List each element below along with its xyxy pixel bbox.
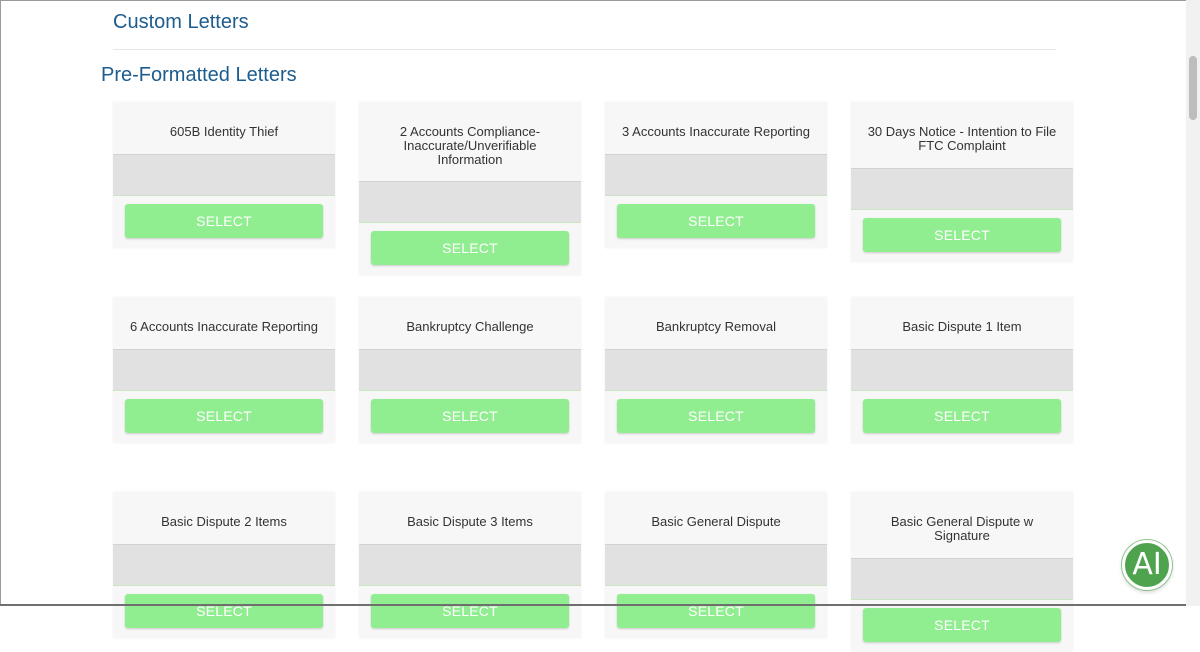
custom-letters-heading[interactable]: Custom Letters <box>113 11 249 34</box>
letter-preview <box>851 169 1073 210</box>
letter-preview <box>113 545 335 586</box>
letter-preview <box>359 350 581 391</box>
letter-preview <box>605 545 827 586</box>
letter-card-title: 3 Accounts Inaccurate Reporting <box>605 102 827 155</box>
letter-card-title: 6 Accounts Inaccurate Reporting <box>113 297 335 350</box>
letter-card: 605B Identity Thief SELECT <box>113 102 335 248</box>
ai-assistant-icon: AI <box>1132 547 1162 582</box>
letter-card-title: 2 Accounts Compliance-Inaccurate/Unverif… <box>359 102 581 182</box>
letter-card: 6 Accounts Inaccurate Reporting SELECT <box>113 297 335 443</box>
letter-card: 3 Accounts Inaccurate Reporting SELECT <box>605 102 827 248</box>
select-letter-button[interactable]: SELECT <box>617 204 815 238</box>
letter-card: Basic General Dispute w Signature SELECT <box>851 492 1073 652</box>
letter-card-title: Bankruptcy Removal <box>605 297 827 350</box>
select-letter-button[interactable]: SELECT <box>125 204 323 238</box>
letter-preview <box>605 155 827 196</box>
letter-preview <box>113 350 335 391</box>
letter-card-title: Basic General Dispute w Signature <box>851 492 1073 559</box>
ai-assistant-button[interactable]: AI <box>1122 540 1172 590</box>
letter-card: 2 Accounts Compliance-Inaccurate/Unverif… <box>359 102 581 275</box>
letter-card-title: 30 Days Notice - Intention to File FTC C… <box>851 102 1073 169</box>
letter-card: Basic General Dispute SELECT <box>605 492 827 638</box>
letter-card: Bankruptcy Challenge SELECT <box>359 297 581 443</box>
letter-preview <box>851 350 1073 391</box>
letter-preview <box>851 559 1073 600</box>
letter-card: Bankruptcy Removal SELECT <box>605 297 827 443</box>
select-letter-button[interactable]: SELECT <box>863 399 1061 433</box>
letter-card-title: Bankruptcy Challenge <box>359 297 581 350</box>
select-letter-button[interactable]: SELECT <box>371 399 569 433</box>
letter-preview <box>605 350 827 391</box>
preformatted-letters-heading: Pre-Formatted Letters <box>101 64 297 86</box>
select-letter-button[interactable]: SELECT <box>125 399 323 433</box>
select-letter-button[interactable]: SELECT <box>371 231 569 265</box>
letter-card-title: 605B Identity Thief <box>113 102 335 155</box>
select-letter-button[interactable]: SELECT <box>371 594 569 628</box>
section-divider <box>113 49 1056 50</box>
letter-card-title: Basic Dispute 2 Items <box>113 492 335 545</box>
select-letter-button[interactable]: SELECT <box>617 594 815 628</box>
select-letter-button[interactable]: SELECT <box>125 594 323 628</box>
letter-card-title: Basic Dispute 1 Item <box>851 297 1073 350</box>
select-letter-button[interactable]: SELECT <box>863 218 1061 252</box>
letter-card: Basic Dispute 2 Items SELECT <box>113 492 335 638</box>
letter-card: Basic Dispute 1 Item SELECT <box>851 297 1073 443</box>
letter-card: 30 Days Notice - Intention to File FTC C… <box>851 102 1073 262</box>
letter-card-title: Basic Dispute 3 Items <box>359 492 581 545</box>
letter-preview <box>113 155 335 196</box>
letter-preview <box>359 182 581 223</box>
select-letter-button[interactable]: SELECT <box>617 399 815 433</box>
vertical-scrollbar[interactable] <box>1186 0 1200 606</box>
letter-card-title: Basic General Dispute <box>605 492 827 545</box>
letter-card: Basic Dispute 3 Items SELECT <box>359 492 581 638</box>
select-letter-button[interactable]: SELECT <box>863 608 1061 642</box>
scrollbar-thumb[interactable] <box>1189 56 1197 120</box>
letter-preview <box>359 545 581 586</box>
